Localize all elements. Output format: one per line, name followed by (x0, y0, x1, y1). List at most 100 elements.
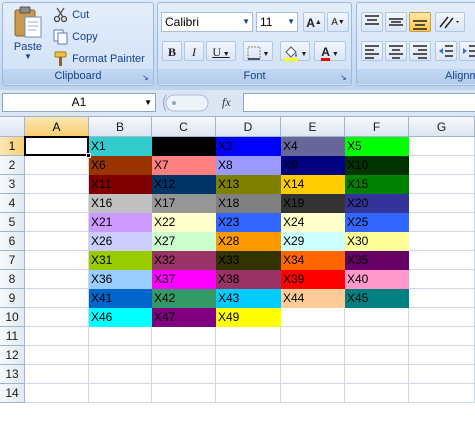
cell-x25[interactable]: X25 (345, 213, 409, 232)
column-header-b[interactable]: B (89, 117, 152, 137)
insert-function-button[interactable]: fx (222, 95, 231, 110)
cell[interactable] (152, 365, 216, 384)
cell[interactable] (409, 365, 475, 384)
cell-x32[interactable]: X32 (152, 251, 216, 270)
cell[interactable] (281, 384, 345, 403)
cell-x44[interactable]: X44 (281, 289, 345, 308)
orientation-button[interactable] (435, 12, 465, 32)
column-header-d[interactable]: D (216, 117, 281, 137)
cell[interactable] (281, 365, 345, 384)
cell[interactable] (345, 365, 409, 384)
active-cell-a1[interactable] (24, 136, 89, 156)
cell-x9[interactable]: X9 (281, 156, 345, 175)
row-header-13[interactable]: 13 (0, 365, 25, 384)
cell-x12[interactable]: X12 (152, 175, 216, 194)
decrease-indent-button[interactable] (435, 41, 457, 61)
cell[interactable] (345, 327, 409, 346)
select-all-corner[interactable] (0, 117, 25, 137)
cell-x49[interactable]: X49 (216, 308, 281, 327)
cell[interactable] (152, 327, 216, 346)
cell-x16[interactable]: X16 (89, 194, 152, 213)
row-header-12[interactable]: 12 (0, 346, 25, 365)
column-header-g[interactable]: G (409, 117, 475, 137)
cell[interactable] (409, 327, 475, 346)
row-header-11[interactable]: 11 (0, 327, 25, 346)
format-painter-button[interactable]: Format Painter (53, 49, 145, 69)
column-header-c[interactable]: C (152, 117, 216, 137)
row-header-6[interactable]: 6 (0, 232, 25, 251)
row-header-14[interactable]: 14 (0, 384, 25, 403)
cell-x19[interactable]: X19 (281, 194, 345, 213)
row-header-9[interactable]: 9 (0, 289, 25, 308)
cell[interactable] (25, 213, 89, 232)
cell[interactable] (25, 384, 89, 403)
fill-handle[interactable] (86, 153, 91, 158)
cell-x41[interactable]: X41 (89, 289, 152, 308)
row-header-7[interactable]: 7 (0, 251, 25, 270)
borders-button[interactable]: ▼ (243, 41, 273, 61)
cell[interactable] (409, 308, 475, 327)
row-header-5[interactable]: 5 (0, 213, 25, 232)
column-header-e[interactable]: E (281, 117, 345, 137)
cell-x21[interactable]: X21 (89, 213, 152, 232)
cell[interactable] (89, 327, 152, 346)
column-header-a[interactable]: A (25, 117, 89, 137)
align-top-button[interactable] (361, 12, 383, 32)
font-name-combo[interactable]: Calibri ▼ (161, 12, 253, 32)
cell-x33[interactable]: X33 (216, 251, 281, 270)
cell-x36[interactable]: X36 (89, 270, 152, 289)
cell-x47[interactable]: X47 (152, 308, 216, 327)
cell[interactable] (409, 384, 475, 403)
row-header-1[interactable]: 1 (0, 137, 25, 156)
cell-x5[interactable]: X5 (345, 137, 409, 156)
cell[interactable] (25, 270, 89, 289)
copy-button[interactable]: Copy (53, 27, 98, 47)
cell[interactable] (152, 384, 216, 403)
row-header-3[interactable]: 3 (0, 175, 25, 194)
cell[interactable] (409, 213, 475, 232)
cell[interactable] (409, 175, 475, 194)
grow-font-button[interactable]: A▲ (303, 12, 325, 32)
cell-x37[interactable]: X37 (152, 270, 216, 289)
cell[interactable] (409, 194, 475, 213)
cell-x3[interactable]: X3 (216, 137, 281, 156)
bold-button[interactable]: B (162, 41, 182, 61)
cell-x42[interactable]: X42 (152, 289, 216, 308)
cell-x23[interactable]: X23 (216, 213, 281, 232)
worksheet-grid[interactable]: A B C D E F G 1 2 3 4 5 6 7 8 9 10 11 12 13 14 X1 X2 X3 X4 X5 X6 X7… (0, 117, 475, 426)
align-middle-button[interactable] (385, 12, 407, 32)
cell[interactable] (345, 308, 409, 327)
cell[interactable] (25, 308, 89, 327)
cell-x30[interactable]: X30 (345, 232, 409, 251)
column-header-f[interactable]: F (345, 117, 409, 137)
cell-x46[interactable]: X46 (89, 308, 152, 327)
cell-x11[interactable]: X11 (89, 175, 152, 194)
cell-x18[interactable]: X18 (216, 194, 281, 213)
cell-x17[interactable]: X17 (152, 194, 216, 213)
cell-x31[interactable]: X31 (89, 251, 152, 270)
increase-indent-button[interactable] (459, 41, 475, 61)
cell-x14[interactable]: X14 (281, 175, 345, 194)
row-header-10[interactable]: 10 (0, 308, 25, 327)
cell[interactable] (281, 308, 345, 327)
cell-x35[interactable]: X35 (345, 251, 409, 270)
align-center-button[interactable] (385, 41, 407, 61)
align-bottom-button[interactable] (409, 12, 431, 32)
cell-x6[interactable]: X6 (89, 156, 152, 175)
cell-x13[interactable]: X13 (216, 175, 281, 194)
paste-button[interactable]: Paste ▼ (6, 5, 50, 67)
cell[interactable] (345, 346, 409, 365)
font-size-combo[interactable]: 11 ▼ (256, 12, 298, 32)
cell-x2[interactable]: X2 (152, 137, 216, 156)
cell[interactable] (409, 137, 475, 156)
cell[interactable] (89, 365, 152, 384)
cell-x38[interactable]: X38 (216, 270, 281, 289)
cell[interactable] (409, 251, 475, 270)
cell-x45[interactable]: X45 (345, 289, 409, 308)
formula-bar-splitter[interactable] (160, 94, 212, 112)
cell-x39[interactable]: X39 (281, 270, 345, 289)
cell[interactable] (152, 346, 216, 365)
font-dialog-launcher-icon[interactable]: ↘ (340, 74, 348, 82)
cell-x43[interactable]: X43 (216, 289, 281, 308)
cell[interactable] (216, 327, 281, 346)
